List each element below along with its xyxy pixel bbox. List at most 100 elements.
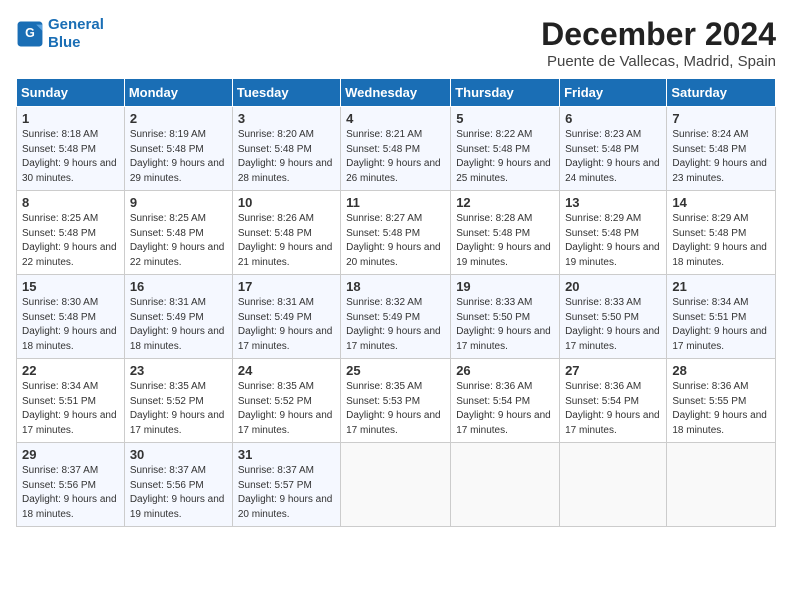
calendar-week-row: 29 Sunrise: 8:37 AM Sunset: 5:56 PM Dayli… (17, 443, 776, 527)
calendar-day-cell: 8 Sunrise: 8:25 AM Sunset: 5:48 PM Daylig… (17, 191, 125, 275)
calendar-day-cell: 16 Sunrise: 8:31 AM Sunset: 5:49 PM Dayli… (124, 275, 232, 359)
calendar-day-cell: 1Sunrise: 8:18 AM Sunset: 5:48 PM Daylig… (17, 107, 125, 191)
day-info: Sunrise: 8:18 AM Sunset: 5:48 PM Dayligh… (22, 128, 119, 186)
day-number: 13 (565, 195, 661, 210)
column-header-saturday: Saturday (667, 79, 776, 107)
day-info: Sunrise: 8:36 AM Sunset: 5:55 PM Dayligh… (672, 380, 770, 438)
header: G General Blue December 2024 Puente de V… (16, 16, 776, 70)
calendar-header-row: SundayMondayTuesdayWednesdayThursdayFrid… (17, 79, 776, 107)
calendar-day-cell: 2 Sunrise: 8:19 AM Sunset: 5:48 PM Daylig… (124, 107, 232, 191)
calendar-day-cell: 9 Sunrise: 8:25 AM Sunset: 5:48 PM Daylig… (124, 191, 232, 275)
day-number: 22 (22, 363, 119, 378)
day-number: 4 (346, 111, 445, 126)
calendar-day-cell (341, 443, 451, 527)
calendar-body: 1Sunrise: 8:18 AM Sunset: 5:48 PM Daylig… (17, 107, 776, 527)
column-header-thursday: Thursday (451, 79, 560, 107)
logo-line2: Blue (48, 34, 81, 51)
calendar-day-cell (560, 443, 667, 527)
day-number: 23 (130, 363, 227, 378)
logo: G General Blue (16, 16, 104, 52)
calendar-day-cell: 3 Sunrise: 8:20 AM Sunset: 5:48 PM Daylig… (232, 107, 340, 191)
calendar-day-cell: 31 Sunrise: 8:37 AM Sunset: 5:57 PM Dayli… (232, 443, 340, 527)
day-number: 19 (456, 279, 554, 294)
logo-icon: G (16, 20, 44, 48)
day-info: Sunrise: 8:22 AM Sunset: 5:48 PM Dayligh… (456, 128, 554, 186)
day-number: 31 (238, 447, 335, 462)
calendar-day-cell: 13 Sunrise: 8:29 AM Sunset: 5:48 PM Dayli… (560, 191, 667, 275)
day-info: Sunrise: 8:35 AM Sunset: 5:52 PM Dayligh… (130, 380, 227, 438)
day-number: 9 (130, 195, 227, 210)
calendar-day-cell: 14 Sunrise: 8:29 AM Sunset: 5:48 PM Dayli… (667, 191, 776, 275)
calendar-day-cell (667, 443, 776, 527)
day-info: Sunrise: 8:36 AM Sunset: 5:54 PM Dayligh… (565, 380, 661, 438)
column-header-tuesday: Tuesday (232, 79, 340, 107)
calendar-day-cell: 23 Sunrise: 8:35 AM Sunset: 5:52 PM Dayli… (124, 359, 232, 443)
day-info: Sunrise: 8:29 AM Sunset: 5:48 PM Dayligh… (565, 212, 661, 270)
calendar-day-cell: 22 Sunrise: 8:34 AM Sunset: 5:51 PM Dayli… (17, 359, 125, 443)
day-number: 17 (238, 279, 335, 294)
day-number: 8 (22, 195, 119, 210)
calendar-day-cell: 28Sunrise: 8:36 AM Sunset: 5:55 PM Dayli… (667, 359, 776, 443)
day-info: Sunrise: 8:35 AM Sunset: 5:53 PM Dayligh… (346, 380, 445, 438)
day-info: Sunrise: 8:32 AM Sunset: 5:49 PM Dayligh… (346, 296, 445, 354)
day-info: Sunrise: 8:26 AM Sunset: 5:48 PM Dayligh… (238, 212, 335, 270)
day-number: 3 (238, 111, 335, 126)
day-number: 7 (672, 111, 770, 126)
day-number: 20 (565, 279, 661, 294)
day-number: 24 (238, 363, 335, 378)
day-number: 16 (130, 279, 227, 294)
day-number: 12 (456, 195, 554, 210)
day-number: 14 (672, 195, 770, 210)
day-info: Sunrise: 8:25 AM Sunset: 5:48 PM Dayligh… (130, 212, 227, 270)
calendar-day-cell: 10Sunrise: 8:26 AM Sunset: 5:48 PM Dayli… (232, 191, 340, 275)
column-header-sunday: Sunday (17, 79, 125, 107)
calendar-week-row: 8 Sunrise: 8:25 AM Sunset: 5:48 PM Daylig… (17, 191, 776, 275)
calendar-day-cell: 30 Sunrise: 8:37 AM Sunset: 5:56 PM Dayli… (124, 443, 232, 527)
calendar-day-cell: 12 Sunrise: 8:28 AM Sunset: 5:48 PM Dayli… (451, 191, 560, 275)
calendar-table: SundayMondayTuesdayWednesdayThursdayFrid… (16, 78, 776, 527)
calendar-week-row: 22 Sunrise: 8:34 AM Sunset: 5:51 PM Dayli… (17, 359, 776, 443)
calendar-day-cell: 20Sunrise: 8:33 AM Sunset: 5:50 PM Dayli… (560, 275, 667, 359)
day-number: 27 (565, 363, 661, 378)
day-info: Sunrise: 8:31 AM Sunset: 5:49 PM Dayligh… (238, 296, 335, 354)
calendar-day-cell: 24 Sunrise: 8:35 AM Sunset: 5:52 PM Dayli… (232, 359, 340, 443)
day-info: Sunrise: 8:37 AM Sunset: 5:57 PM Dayligh… (238, 464, 335, 522)
day-info: Sunrise: 8:29 AM Sunset: 5:48 PM Dayligh… (672, 212, 770, 270)
day-info: Sunrise: 8:37 AM Sunset: 5:56 PM Dayligh… (130, 464, 227, 522)
day-info: Sunrise: 8:25 AM Sunset: 5:48 PM Dayligh… (22, 212, 119, 270)
day-info: Sunrise: 8:36 AM Sunset: 5:54 PM Dayligh… (456, 380, 554, 438)
day-number: 30 (130, 447, 227, 462)
day-info: Sunrise: 8:20 AM Sunset: 5:48 PM Dayligh… (238, 128, 335, 186)
day-info: Sunrise: 8:31 AM Sunset: 5:49 PM Dayligh… (130, 296, 227, 354)
column-header-friday: Friday (560, 79, 667, 107)
calendar-day-cell: 7Sunrise: 8:24 AM Sunset: 5:48 PM Daylig… (667, 107, 776, 191)
day-number: 21 (672, 279, 770, 294)
day-info: Sunrise: 8:30 AM Sunset: 5:48 PM Dayligh… (22, 296, 119, 354)
day-info: Sunrise: 8:28 AM Sunset: 5:48 PM Dayligh… (456, 212, 554, 270)
calendar-day-cell: 19Sunrise: 8:33 AM Sunset: 5:50 PM Dayli… (451, 275, 560, 359)
day-info: Sunrise: 8:34 AM Sunset: 5:51 PM Dayligh… (672, 296, 770, 354)
calendar-day-cell: 4Sunrise: 8:21 AM Sunset: 5:48 PM Daylig… (341, 107, 451, 191)
day-number: 11 (346, 195, 445, 210)
day-number: 2 (130, 111, 227, 126)
day-info: Sunrise: 8:35 AM Sunset: 5:52 PM Dayligh… (238, 380, 335, 438)
logo-line1: General (48, 16, 104, 33)
title-area: December 2024 Puente de Vallecas, Madrid… (541, 16, 776, 70)
calendar-day-cell: 21 Sunrise: 8:34 AM Sunset: 5:51 PM Dayli… (667, 275, 776, 359)
day-number: 18 (346, 279, 445, 294)
calendar-week-row: 15 Sunrise: 8:30 AM Sunset: 5:48 PM Dayli… (17, 275, 776, 359)
day-number: 29 (22, 447, 119, 462)
calendar-day-cell: 17 Sunrise: 8:31 AM Sunset: 5:49 PM Dayli… (232, 275, 340, 359)
day-number: 26 (456, 363, 554, 378)
month-title: December 2024 (541, 16, 776, 53)
calendar-day-cell: 18 Sunrise: 8:32 AM Sunset: 5:49 PM Dayli… (341, 275, 451, 359)
day-number: 5 (456, 111, 554, 126)
day-info: Sunrise: 8:34 AM Sunset: 5:51 PM Dayligh… (22, 380, 119, 438)
day-info: Sunrise: 8:19 AM Sunset: 5:48 PM Dayligh… (130, 128, 227, 186)
column-header-wednesday: Wednesday (341, 79, 451, 107)
calendar-day-cell: 26 Sunrise: 8:36 AM Sunset: 5:54 PM Dayli… (451, 359, 560, 443)
day-number: 6 (565, 111, 661, 126)
calendar-day-cell: 27 Sunrise: 8:36 AM Sunset: 5:54 PM Dayli… (560, 359, 667, 443)
day-number: 15 (22, 279, 119, 294)
calendar-day-cell: 29Sunrise: 8:37 AM Sunset: 5:56 PM Dayli… (17, 443, 125, 527)
